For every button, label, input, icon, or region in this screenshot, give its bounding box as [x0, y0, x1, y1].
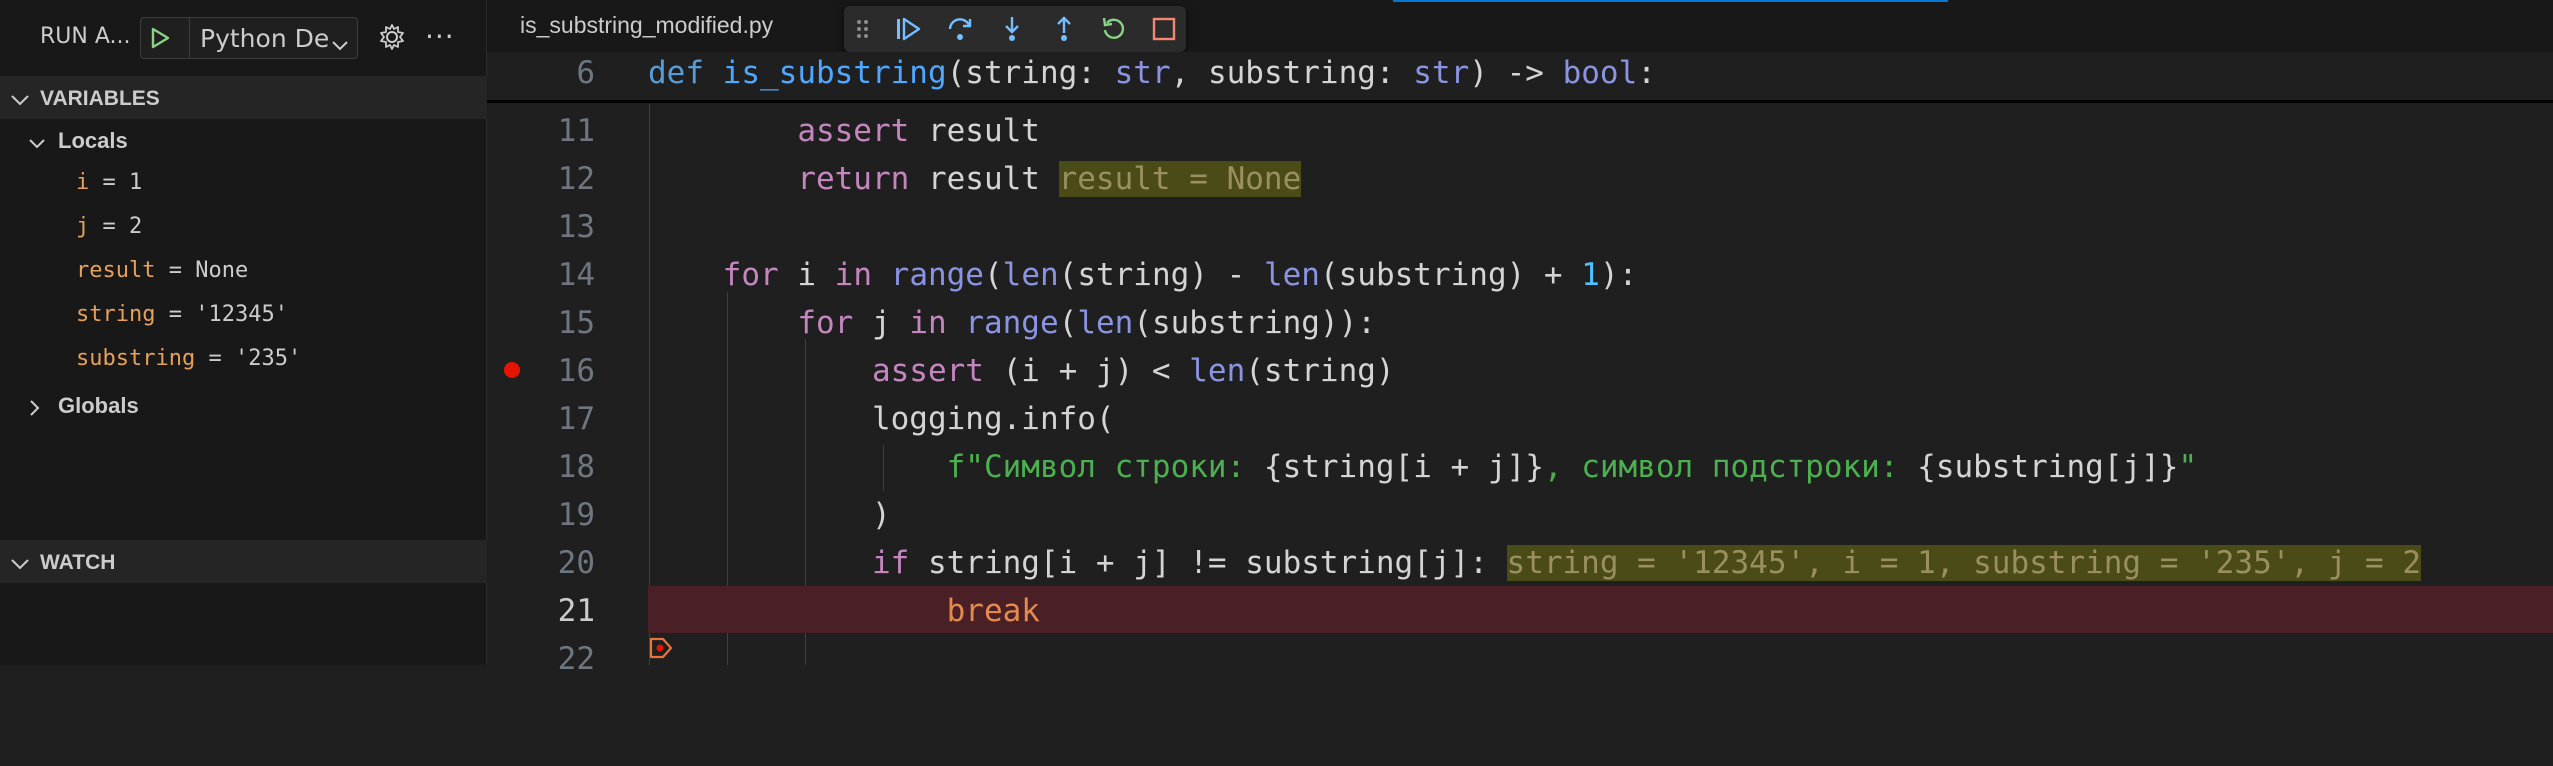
line-number: 15 — [557, 305, 595, 341]
code-line[interactable]: 17 logging.info( — [487, 394, 2553, 441]
chevron-down-icon — [10, 554, 30, 578]
gear-icon[interactable] — [377, 22, 407, 56]
launch-config-select[interactable]: Python De — [189, 18, 357, 58]
step-over-icon[interactable] — [946, 15, 974, 43]
line-number: 13 — [557, 209, 595, 245]
stop-icon[interactable] — [1150, 15, 1178, 43]
line-number: 11 — [557, 113, 595, 149]
globals-label: Globals — [58, 393, 139, 418]
sticky-scroll-line[interactable]: 6 def is_substring(string: str, substrin… — [487, 52, 2553, 103]
code-line[interactable]: 22 — [487, 634, 2553, 681]
watch-label: WATCH — [40, 551, 116, 574]
run-and-debug-title: RUN A... — [40, 24, 131, 49]
code-text: if string[i + j] != substring[j]: string… — [871, 545, 2422, 581]
debug-toolbar — [844, 6, 1186, 52]
step-out-icon[interactable] — [1050, 15, 1078, 43]
code-line[interactable]: 11 assert result — [487, 106, 2553, 153]
chevron-right-icon — [28, 398, 42, 423]
globals-scope[interactable]: Globals — [28, 385, 468, 425]
line-number: 20 — [557, 545, 595, 581]
tab-bar: is_substring_modified.py — [487, 0, 2553, 52]
restart-icon[interactable] — [1100, 15, 1128, 43]
variable-value: '12345' — [195, 302, 288, 327]
code-line[interactable]: 15 for j in range(len(substring)): — [487, 298, 2553, 345]
variables-label: VARIABLES — [40, 87, 160, 110]
variable-value: 2 — [129, 214, 143, 239]
variable-name: substring — [76, 346, 196, 371]
variable-name: string — [76, 302, 156, 327]
line-number: 6 — [576, 55, 595, 91]
code-text: assert result — [797, 113, 1040, 149]
step-into-icon[interactable] — [998, 15, 1026, 43]
debug-sidebar: RUN A... Python De ··· VARIABLES Locals … — [0, 0, 487, 665]
line-number: 14 — [557, 257, 595, 293]
code-line-current[interactable]: 21 break — [487, 586, 2553, 659]
chevron-down-icon — [28, 133, 46, 158]
variable-row[interactable]: j = 2 — [76, 207, 142, 247]
code-text: def is_substring(string: str, substring:… — [648, 55, 1656, 91]
tab-accent-line — [1393, 0, 1948, 2]
variable-row[interactable]: substring = '235' — [76, 339, 301, 379]
code-editor: is_substring_modified.py 6 def is_substr… — [487, 0, 2553, 677]
code-line[interactable]: 16 assert (i + j) < len(string) — [487, 346, 2553, 393]
code-text: ) — [871, 497, 891, 533]
variable-row[interactable]: string = '12345' — [76, 295, 288, 335]
code-text: for j in range(len(substring)): — [797, 305, 1376, 341]
line-number: 16 — [557, 353, 595, 389]
launch-config-value: Python De — [200, 23, 330, 53]
line-number: 21 — [557, 593, 595, 629]
line-number: 19 — [557, 497, 595, 533]
more-actions-icon[interactable]: ··· — [425, 20, 455, 53]
start-debugging-button[interactable] — [149, 27, 171, 53]
variable-value: None — [195, 258, 249, 283]
variable-name: result — [76, 258, 156, 283]
code-text: assert (i + j) < len(string) — [871, 353, 1395, 389]
locals-label: Locals — [58, 128, 128, 153]
code-text: for i in range(len(string) - len(substri… — [722, 257, 1638, 293]
variables-section-header[interactable]: VARIABLES — [0, 76, 487, 119]
drag-handle-icon[interactable] — [856, 15, 870, 43]
chevron-down-icon — [331, 30, 349, 59]
tab-is-substring-modified[interactable]: is_substring_modified.py — [520, 12, 773, 39]
code-line[interactable]: 13 — [487, 202, 2553, 249]
line-number: 18 — [557, 449, 595, 485]
variable-name: j — [76, 214, 90, 239]
line-number: 17 — [557, 401, 595, 437]
line-number: 22 — [557, 641, 595, 677]
run-and-debug-bar: RUN A... Python De ··· — [0, 0, 487, 76]
locals-scope[interactable]: Locals — [28, 120, 468, 160]
variable-value: '235' — [234, 346, 302, 371]
inline-value: string = '12345', i = 1, substring = '23… — [1506, 545, 2422, 581]
code-text: f"Символ строки: {string[i + j]}, символ… — [946, 449, 2198, 485]
launch-config-group: Python De — [140, 17, 358, 59]
code-line[interactable]: 14 for i in range(len(string) - len(subs… — [487, 250, 2553, 297]
code-text: break — [946, 593, 1040, 629]
code-line[interactable]: 19 ) — [487, 490, 2553, 537]
variable-row[interactable]: result = None — [76, 251, 248, 291]
code-text: logging.info( — [871, 401, 1115, 437]
code-line[interactable]: 20 if string[i + j] != substring[j]: str… — [487, 538, 2553, 585]
continue-icon[interactable] — [894, 15, 922, 43]
inline-value: result = None — [1058, 161, 1302, 197]
watch-section-header[interactable]: WATCH — [0, 540, 487, 583]
line-number: 12 — [557, 161, 595, 197]
variable-value: 1 — [129, 170, 143, 195]
variable-row[interactable]: i = 1 — [76, 163, 142, 203]
variable-name: i — [76, 170, 90, 195]
chevron-down-icon — [10, 90, 30, 114]
code-line[interactable]: 18 f"Символ строки: {string[i + j]}, сим… — [487, 442, 2553, 489]
code-line[interactable]: 12 return result result = None — [487, 154, 2553, 201]
code-text: return result result = None — [797, 161, 1302, 197]
